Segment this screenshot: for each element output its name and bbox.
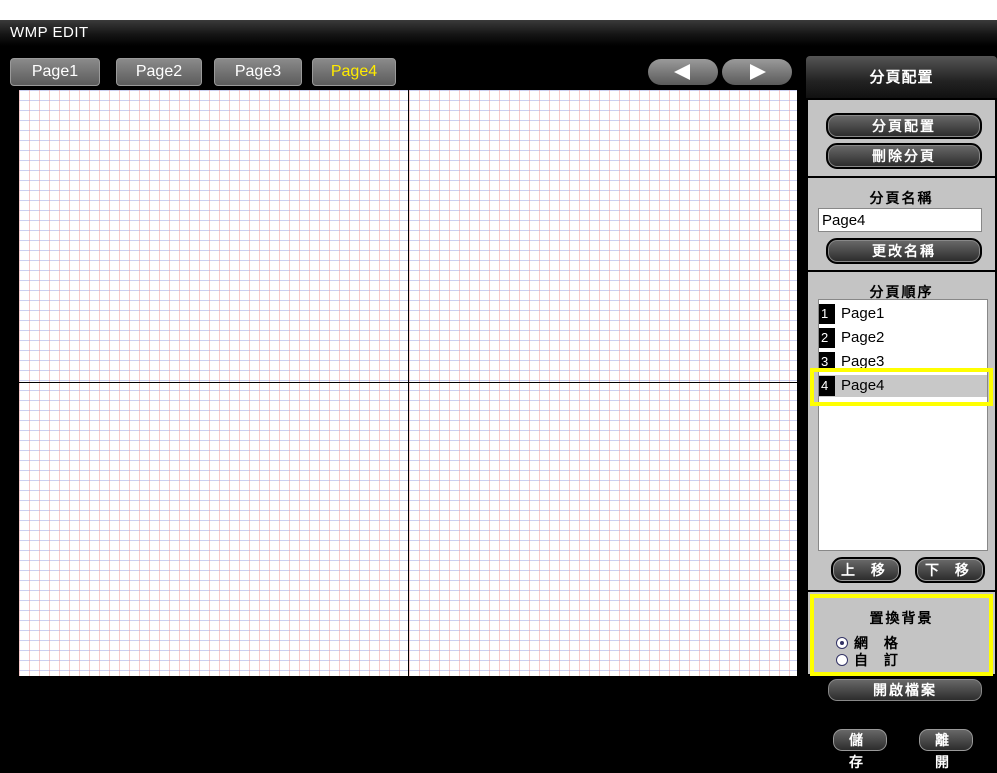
list-item-number: 1 [819, 304, 835, 324]
page-name-label: 分頁名稱 [869, 190, 934, 206]
page-layout-button[interactable]: 分頁配置 [826, 113, 982, 139]
save-button[interactable]: 儲 存 [831, 727, 889, 770]
delete-page-button[interactable]: 刪除分頁 [826, 143, 982, 169]
tab-page1[interactable]: Page1 [10, 58, 100, 86]
move-down-button[interactable]: 下 移 [915, 557, 985, 583]
next-page-button[interactable] [722, 59, 792, 85]
panel-header-title: 分頁配置 [869, 69, 934, 86]
panel-header: 分頁配置 [806, 56, 997, 98]
list-item[interactable]: 1 Page1 [819, 303, 987, 325]
rename-button[interactable]: 更改名稱 [826, 238, 982, 264]
list-item[interactable]: 3 Page3 [819, 351, 987, 368]
window-title: WMP EDIT [10, 24, 89, 41]
title-bar: WMP EDIT [0, 0, 997, 46]
page-name-field[interactable]: Page4 [818, 208, 982, 232]
move-up-button[interactable]: 上 移 [831, 557, 901, 583]
tab-page2[interactable]: Page2 [116, 58, 202, 86]
list-item[interactable]: 2 Page2 [819, 327, 987, 349]
list-item-number: 2 [819, 328, 835, 348]
center-horizontal-line [19, 382, 797, 383]
right-triangle-icon [750, 64, 766, 80]
exit-button[interactable]: 離 開 [917, 727, 975, 770]
left-triangle-icon [674, 64, 690, 80]
title-bar-strip: WMP EDIT [0, 20, 997, 46]
center-vertical-line [408, 90, 409, 676]
list-item-number: 3 [819, 352, 835, 368]
prev-page-button[interactable] [648, 59, 718, 85]
list-item-name: Page3 [841, 353, 885, 368]
page-actions-section: 分頁配置 刪除分頁 [808, 100, 995, 176]
tab-page3[interactable]: Page3 [214, 58, 302, 86]
background-section-highlight [810, 594, 993, 676]
list-item-name: Page1 [841, 305, 885, 322]
open-file-button[interactable]: 開啟檔案 [826, 677, 984, 703]
grid-canvas[interactable] [19, 90, 797, 676]
page-order-list[interactable]: 1 Page1 2 Page2 3 Page3 4 Page4 [818, 299, 988, 551]
list-item-name: Page2 [841, 329, 885, 346]
selected-item-highlight [810, 368, 993, 406]
tab-page4[interactable]: Page4 [312, 58, 396, 86]
